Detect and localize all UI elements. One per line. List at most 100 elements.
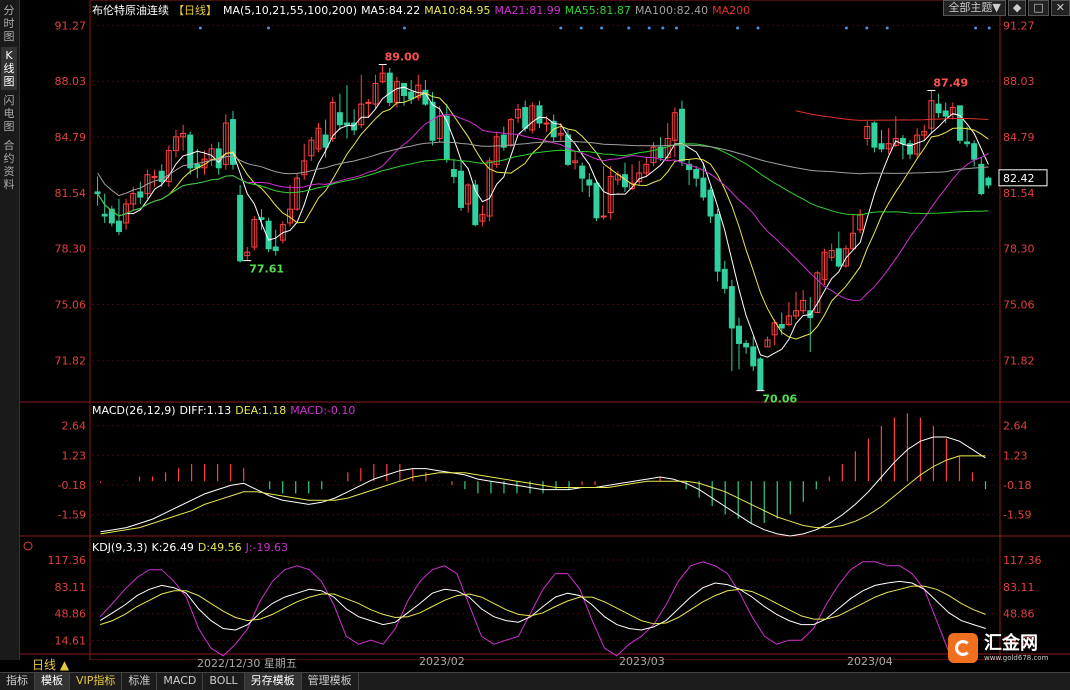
candle-body bbox=[586, 179, 593, 186]
event-dot bbox=[559, 26, 563, 30]
tab-manage-templates[interactable]: 管理模板 bbox=[302, 673, 359, 690]
candle-body bbox=[408, 91, 415, 100]
x-tick-label: 2023/04 bbox=[847, 655, 893, 668]
candle-body bbox=[458, 170, 465, 208]
candle-body bbox=[450, 169, 457, 177]
kdj-tick-right: 117.36 bbox=[1003, 554, 1042, 567]
candle-body bbox=[365, 101, 372, 104]
bottom-tab-bar: 指标 模板 VIP指标 标准 MACD BOLL 另存模板 管理模板 bbox=[0, 672, 1070, 690]
candle-body bbox=[985, 177, 992, 186]
tab-boll[interactable]: BOLL bbox=[203, 673, 245, 690]
kdj-header: KDJ(9,3,3) K:26.49 D:49.56 J:-19.63 bbox=[92, 541, 292, 554]
price-tick-right: 81.54 bbox=[1003, 187, 1035, 200]
macd-tick-left: -1.59 bbox=[58, 509, 86, 522]
ma-value-label: MA5:84.22 bbox=[361, 4, 421, 17]
candle-body bbox=[978, 163, 985, 195]
kdj-tick-left: 117.36 bbox=[48, 554, 87, 567]
ma-value-label: MA200 bbox=[712, 4, 751, 17]
price-tick-left: 91.27 bbox=[55, 19, 87, 32]
candle-body bbox=[543, 122, 550, 125]
kdj-tick-right: 48.86 bbox=[1003, 608, 1035, 621]
macd-header: MACD(26,12,9) DIFF:1.13 DEA:1.18 MACD:-0.10 bbox=[92, 404, 359, 417]
logo-url: www.gold678.com bbox=[984, 654, 1049, 662]
price-tick-right: 88.03 bbox=[1003, 75, 1035, 88]
candle-body bbox=[344, 122, 351, 126]
tab-macd[interactable]: MACD bbox=[157, 673, 204, 690]
price-tick-left: 75.06 bbox=[55, 299, 87, 312]
x-tick-label: 2023/02 bbox=[419, 655, 465, 668]
price-tick-right: 91.27 bbox=[1003, 19, 1035, 32]
chart-canvas[interactable]: 91.27 91.27 88.03 88.03 84.79 84.79 81.54 81.54… bbox=[0, 0, 1070, 660]
ma-value-label: MA100:82.40 bbox=[634, 4, 709, 17]
candle-body bbox=[964, 141, 971, 145]
price-tick-left: 78.30 bbox=[55, 243, 87, 256]
candle-body bbox=[750, 346, 757, 367]
ma-label: MA(5,10,21,55,100,200) bbox=[223, 4, 358, 17]
candle-body bbox=[187, 134, 194, 169]
price-tick-left: 88.03 bbox=[55, 75, 87, 88]
event-dot bbox=[627, 26, 631, 30]
candle-body bbox=[401, 82, 408, 96]
candle-body bbox=[728, 286, 735, 329]
candle-body bbox=[137, 191, 144, 198]
kdj-d-line bbox=[100, 585, 986, 626]
macd-label: MACD(26,12,9) bbox=[92, 404, 176, 417]
event-dot bbox=[600, 26, 604, 30]
candle-body bbox=[721, 268, 728, 289]
candle-body bbox=[386, 72, 393, 103]
macd-tick-right: -0.18 bbox=[1003, 479, 1031, 492]
close-button[interactable]: ✕ bbox=[1050, 0, 1070, 16]
x-tick-label: 2022/12/30 星期五 bbox=[197, 657, 297, 670]
kdj-tick-left: 48.86 bbox=[55, 608, 87, 621]
extreme-label: 87.49 bbox=[933, 76, 968, 89]
kdj-settings-icon bbox=[23, 541, 33, 551]
tab-indicators[interactable]: 指标 bbox=[0, 673, 35, 690]
candle-body bbox=[700, 177, 707, 198]
candle-body bbox=[94, 191, 101, 195]
x-tick-label: 2023/03 bbox=[619, 655, 665, 668]
event-dot bbox=[266, 26, 270, 30]
tab-standard[interactable]: 标准 bbox=[122, 673, 158, 690]
price-tick-right: 84.79 bbox=[1003, 131, 1035, 144]
event-dot bbox=[402, 26, 406, 30]
tab-vip-indicators[interactable]: VIP指标 bbox=[70, 673, 123, 690]
price-tick-left: 84.79 bbox=[55, 131, 87, 144]
candle-body bbox=[714, 213, 721, 272]
candle-body bbox=[757, 358, 764, 391]
kdj-j-line bbox=[99, 561, 964, 660]
candle-body bbox=[593, 182, 600, 219]
ma-value-label: MA55:81.87 bbox=[564, 4, 631, 17]
maximize-button[interactable]: □ bbox=[1028, 0, 1049, 16]
candle-body bbox=[115, 220, 122, 233]
candle-body bbox=[693, 169, 700, 179]
event-dot bbox=[736, 26, 740, 30]
candle-body bbox=[971, 143, 978, 160]
extreme-label: 70.06 bbox=[762, 393, 797, 406]
candle-body bbox=[272, 246, 279, 251]
candle-body bbox=[600, 215, 607, 218]
brand-logo: 汇金网 www.gold678.com bbox=[948, 630, 1058, 666]
candle-body bbox=[564, 134, 571, 165]
candle-body bbox=[422, 89, 429, 105]
price-tick-right: 71.82 bbox=[1003, 354, 1035, 367]
event-dot bbox=[674, 26, 678, 30]
macd-tick-right: 2.64 bbox=[1003, 420, 1028, 433]
instrument-title: 布伦特原油连续 bbox=[92, 4, 169, 17]
event-dot bbox=[974, 26, 978, 30]
candle-body bbox=[237, 194, 244, 262]
candle-body bbox=[678, 108, 685, 162]
event-dot bbox=[647, 26, 651, 30]
event-dot bbox=[661, 26, 665, 30]
theme-select[interactable]: 全部主题▼ bbox=[943, 0, 1006, 16]
tab-templates[interactable]: 模板 bbox=[35, 673, 70, 690]
kdj-d-value: D:49.56 bbox=[197, 541, 242, 554]
event-dot bbox=[844, 26, 848, 30]
candle-body bbox=[443, 115, 450, 160]
tab-save-template[interactable]: 另存模板 bbox=[244, 673, 302, 690]
candle-body bbox=[735, 325, 742, 344]
window-controls: 全部主题▼ ◆ □ ✕ bbox=[943, 0, 1070, 16]
pin-button[interactable]: ◆ bbox=[1007, 0, 1027, 16]
macd-tick-left: 1.23 bbox=[62, 449, 87, 462]
kdj-tick-left: 83.11 bbox=[55, 581, 87, 594]
candle-body bbox=[336, 112, 343, 126]
